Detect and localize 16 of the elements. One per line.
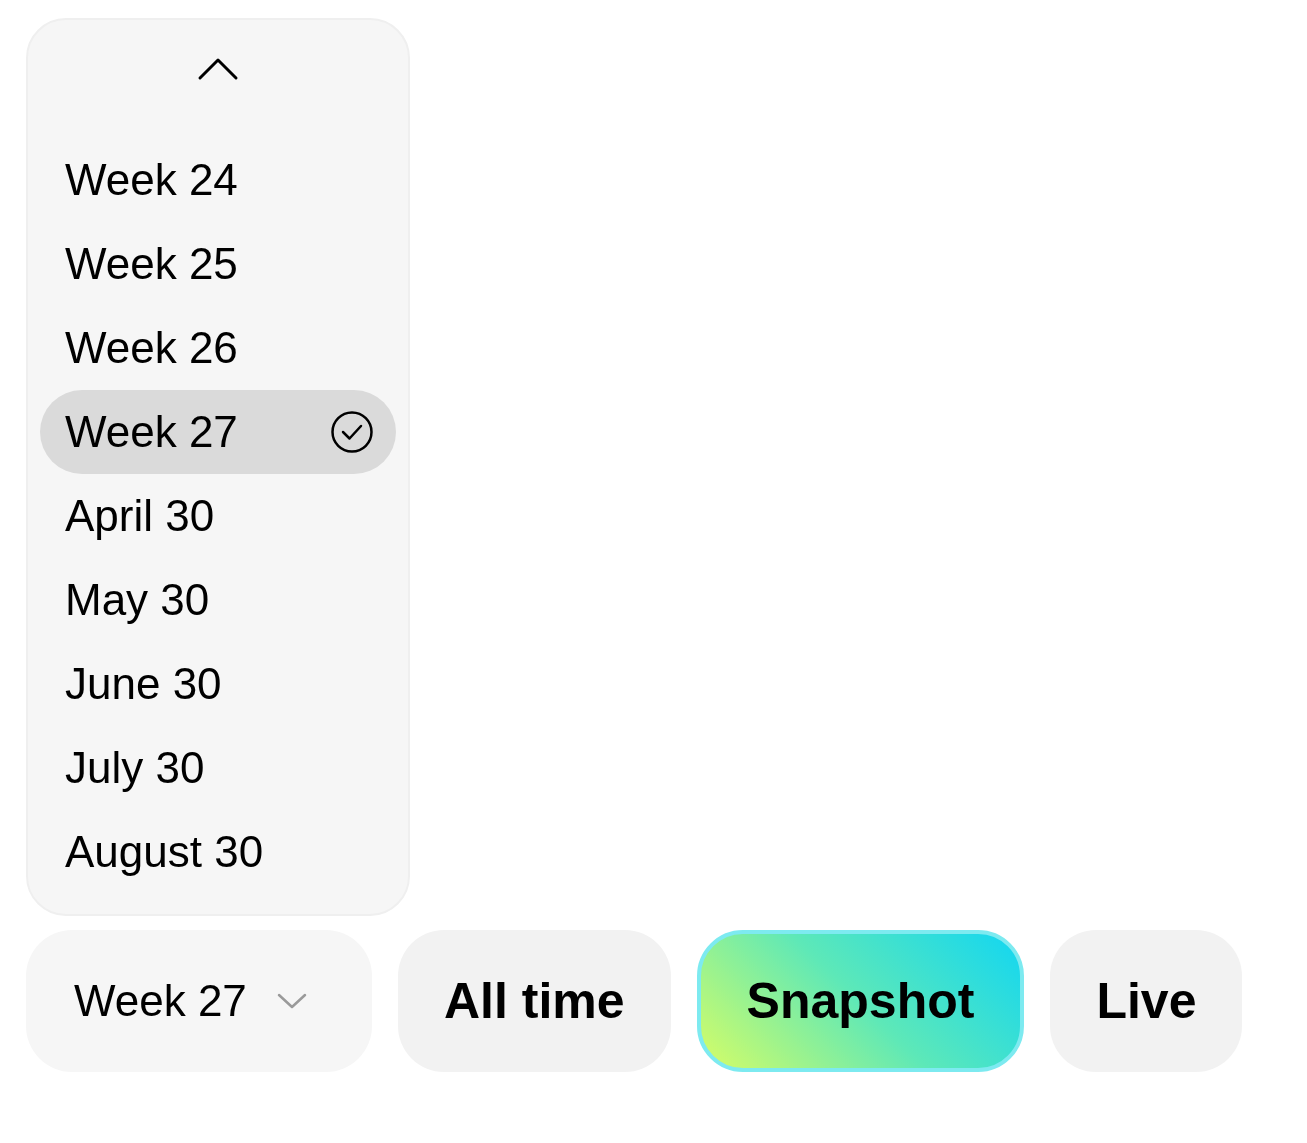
dropdown-item[interactable]: June 30 bbox=[40, 642, 396, 726]
dropdown-item[interactable]: Week 24 bbox=[40, 138, 396, 222]
dropdown-item[interactable]: Week 27 bbox=[40, 390, 396, 474]
mode-tab[interactable]: All time bbox=[398, 930, 671, 1072]
dropdown-item[interactable]: July 30 bbox=[40, 726, 396, 810]
dropdown-item[interactable]: August 30 bbox=[40, 810, 396, 894]
mode-tab[interactable]: Live bbox=[1050, 930, 1243, 1072]
chevron-up-icon[interactable] bbox=[197, 56, 239, 82]
chevron-down-icon bbox=[276, 992, 307, 1010]
dropdown-item[interactable]: April 30 bbox=[40, 474, 396, 558]
dropdown-item[interactable]: Week 25 bbox=[40, 222, 396, 306]
check-circle-icon bbox=[330, 410, 374, 454]
mode-tab[interactable]: Snapshot bbox=[696, 930, 1025, 1072]
week-select[interactable]: Week 27 bbox=[26, 930, 372, 1072]
dropdown-item[interactable]: Week 26 bbox=[40, 306, 396, 390]
dropdown-item[interactable]: May 30 bbox=[40, 558, 396, 642]
